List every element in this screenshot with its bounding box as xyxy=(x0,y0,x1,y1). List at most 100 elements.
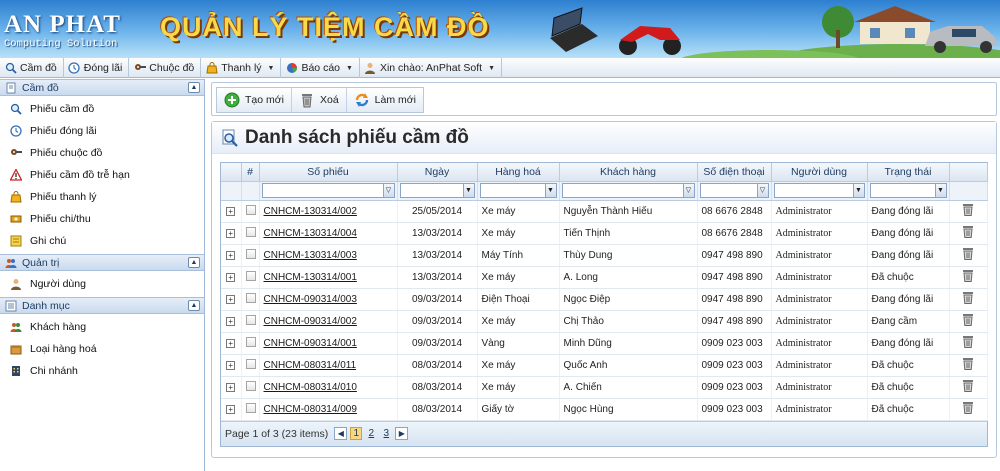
trash-icon[interactable] xyxy=(962,247,975,260)
sidebar-item-phieu-dong-lai[interactable]: Phiếu đóng lãi xyxy=(0,120,204,142)
expand-icon[interactable]: + xyxy=(226,360,236,370)
ticket-link[interactable]: CNHCM-090314/003 xyxy=(264,294,357,305)
trash-icon[interactable] xyxy=(962,291,975,304)
row-checkbox[interactable] xyxy=(245,336,256,347)
collapse-icon[interactable]: ▲ xyxy=(188,257,200,268)
sidebar-item-nguoi-dung[interactable]: Người dùng xyxy=(0,273,204,295)
trash-icon[interactable] xyxy=(962,269,975,282)
ticket-link[interactable]: CNHCM-090314/002 xyxy=(264,316,357,327)
trash-icon[interactable] xyxy=(962,313,975,326)
ticket-link[interactable]: CNHCM-080314/011 xyxy=(264,360,357,371)
row-checkbox[interactable] xyxy=(245,314,256,325)
sidebar-item-khach-hang[interactable]: Khách hàng xyxy=(0,316,204,338)
column-header-date[interactable]: Ngày xyxy=(397,163,478,182)
row-checkbox[interactable] xyxy=(245,248,256,259)
sidebar-section-danh-muc[interactable]: Danh mục ▲ xyxy=(0,297,204,314)
expand-icon[interactable]: + xyxy=(226,294,236,304)
table-row[interactable]: + CNHCM-130314/003 13/03/2014 Máy Tính Thùy … xyxy=(221,244,988,267)
ticket-link[interactable]: CNHCM-130314/001 xyxy=(264,272,357,283)
column-header-goods[interactable]: Hàng hoá xyxy=(477,163,560,182)
sidebar-item-phieu-chi-thu[interactable]: Phiếu chi/thu xyxy=(0,208,204,230)
trash-icon[interactable] xyxy=(962,379,975,392)
filter-input-phone[interactable] xyxy=(700,184,757,197)
row-checkbox[interactable] xyxy=(245,270,256,281)
ticket-link[interactable]: CNHCM-080314/010 xyxy=(264,382,357,393)
menu-cam-do[interactable]: Cầm đồ xyxy=(0,58,64,78)
table-row[interactable]: + CNHCM-130314/004 13/03/2014 Xe máy Tiến Th… xyxy=(221,222,988,245)
row-checkbox[interactable] xyxy=(245,380,256,391)
filter-icon[interactable]: ▽ xyxy=(682,184,694,197)
prev-page-icon[interactable]: ◀ xyxy=(334,427,348,440)
collapse-icon[interactable]: ▲ xyxy=(188,300,200,311)
filter-icon[interactable]: ▽ xyxy=(756,184,768,197)
menu-dong-lai[interactable]: Đóng lãi xyxy=(64,58,130,78)
filter-input-code[interactable] xyxy=(262,184,383,197)
sidebar-item-phieu-cam-do[interactable]: Phiếu cầm đồ xyxy=(0,98,204,120)
trash-icon[interactable] xyxy=(962,357,975,370)
row-checkbox[interactable] xyxy=(245,226,256,237)
sidebar-item-phieu-chuoc-do[interactable]: Phiếu chuộc đồ xyxy=(0,142,204,164)
sidebar-item-chi-nhanh[interactable]: Chi nhánh xyxy=(0,360,204,382)
trash-icon[interactable] xyxy=(962,225,975,238)
row-checkbox[interactable] xyxy=(245,358,256,369)
expand-icon[interactable]: + xyxy=(226,316,236,326)
menu-thanh-ly[interactable]: Thanh lý ▼ xyxy=(201,58,282,78)
filter-input-user[interactable] xyxy=(774,184,853,197)
expand-icon[interactable]: + xyxy=(226,250,236,260)
table-row[interactable]: + CNHCM-130314/001 13/03/2014 Xe máy A. Long… xyxy=(221,266,988,289)
table-row[interactable]: + CNHCM-080314/009 08/03/2014 Giấy tờ Ngọc H… xyxy=(221,398,988,421)
trash-icon[interactable] xyxy=(962,335,975,348)
dropdown-arrow-icon[interactable]: ▼ xyxy=(544,184,556,197)
next-page-icon[interactable]: ▶ xyxy=(395,427,409,440)
trash-icon[interactable] xyxy=(962,401,975,414)
menu-user-greeting[interactable]: Xin chào: AnPhat Soft ▼ xyxy=(360,58,503,78)
delete-button[interactable]: Xoá xyxy=(292,88,347,112)
expand-icon[interactable]: + xyxy=(226,382,236,392)
row-checkbox[interactable] xyxy=(245,402,256,413)
row-checkbox[interactable] xyxy=(245,204,256,215)
table-row[interactable]: + CNHCM-080314/011 08/03/2014 Xe máy Quốc An… xyxy=(221,354,988,377)
menu-bao-cao[interactable]: Báo cáo ▼ xyxy=(281,58,360,78)
expand-icon[interactable]: + xyxy=(226,228,236,238)
column-header-code[interactable]: Số phiếu xyxy=(259,163,398,182)
ticket-link[interactable]: CNHCM-130314/003 xyxy=(264,250,357,261)
dropdown-arrow-icon[interactable]: ▼ xyxy=(852,184,864,197)
dropdown-arrow-icon[interactable]: ▼ xyxy=(934,184,946,197)
menu-chuoc-do[interactable]: Chuộc đồ xyxy=(129,58,202,78)
table-row[interactable]: + CNHCM-130314/002 25/05/2014 Xe máy Nguyễn … xyxy=(221,200,988,223)
filter-icon[interactable]: ▽ xyxy=(382,184,394,197)
column-header-num[interactable]: # xyxy=(241,163,260,182)
column-header-customer[interactable]: Khách hàng xyxy=(559,163,698,182)
expand-icon[interactable]: + xyxy=(226,206,236,216)
expand-icon[interactable]: + xyxy=(226,404,236,414)
expand-icon[interactable]: + xyxy=(226,338,236,348)
dropdown-arrow-icon[interactable]: ▼ xyxy=(462,184,474,197)
refresh-button[interactable]: Làm mới xyxy=(347,88,423,112)
trash-icon[interactable] xyxy=(962,203,975,216)
column-header-phone[interactable]: Số điện thoại xyxy=(697,163,772,182)
filter-input-customer[interactable] xyxy=(562,184,683,197)
create-button[interactable]: Tạo mới xyxy=(217,88,292,112)
column-header-user[interactable]: Người dùng xyxy=(771,163,868,182)
expand-icon[interactable]: + xyxy=(226,272,236,282)
page-link[interactable]: 3 xyxy=(380,427,392,440)
ticket-link[interactable]: CNHCM-090314/001 xyxy=(264,338,357,349)
sidebar-section-cam-do[interactable]: Cầm đồ ▲ xyxy=(0,79,204,96)
row-checkbox[interactable] xyxy=(245,292,256,303)
ticket-link[interactable]: CNHCM-130314/002 xyxy=(264,206,357,217)
table-row[interactable]: + CNHCM-080314/010 08/03/2014 Xe máy A. Chiế… xyxy=(221,376,988,399)
sidebar-item-loai-hang-hoa[interactable]: Loại hàng hoá xyxy=(0,338,204,360)
filter-input-goods[interactable] xyxy=(480,184,545,197)
sidebar-section-quan-tri[interactable]: Quản trị ▲ xyxy=(0,254,204,271)
table-row[interactable]: + CNHCM-090314/002 09/03/2014 Xe máy Chị Thả… xyxy=(221,310,988,333)
table-row[interactable]: + CNHCM-090314/001 09/03/2014 Vàng Minh Dũng… xyxy=(221,332,988,355)
sidebar-item-ghi-chu[interactable]: Ghi chú xyxy=(0,230,204,252)
filter-input-date[interactable] xyxy=(400,184,463,197)
collapse-icon[interactable]: ▲ xyxy=(188,82,200,93)
filter-input-status[interactable] xyxy=(870,184,935,197)
ticket-link[interactable]: CNHCM-080314/009 xyxy=(264,404,357,415)
sidebar-item-phieu-thanh-ly[interactable]: Phiếu thanh lý xyxy=(0,186,204,208)
ticket-link[interactable]: CNHCM-130314/004 xyxy=(264,228,357,239)
page-link[interactable]: 1 xyxy=(350,427,363,440)
column-header-status[interactable]: Trạng thái xyxy=(867,163,950,182)
